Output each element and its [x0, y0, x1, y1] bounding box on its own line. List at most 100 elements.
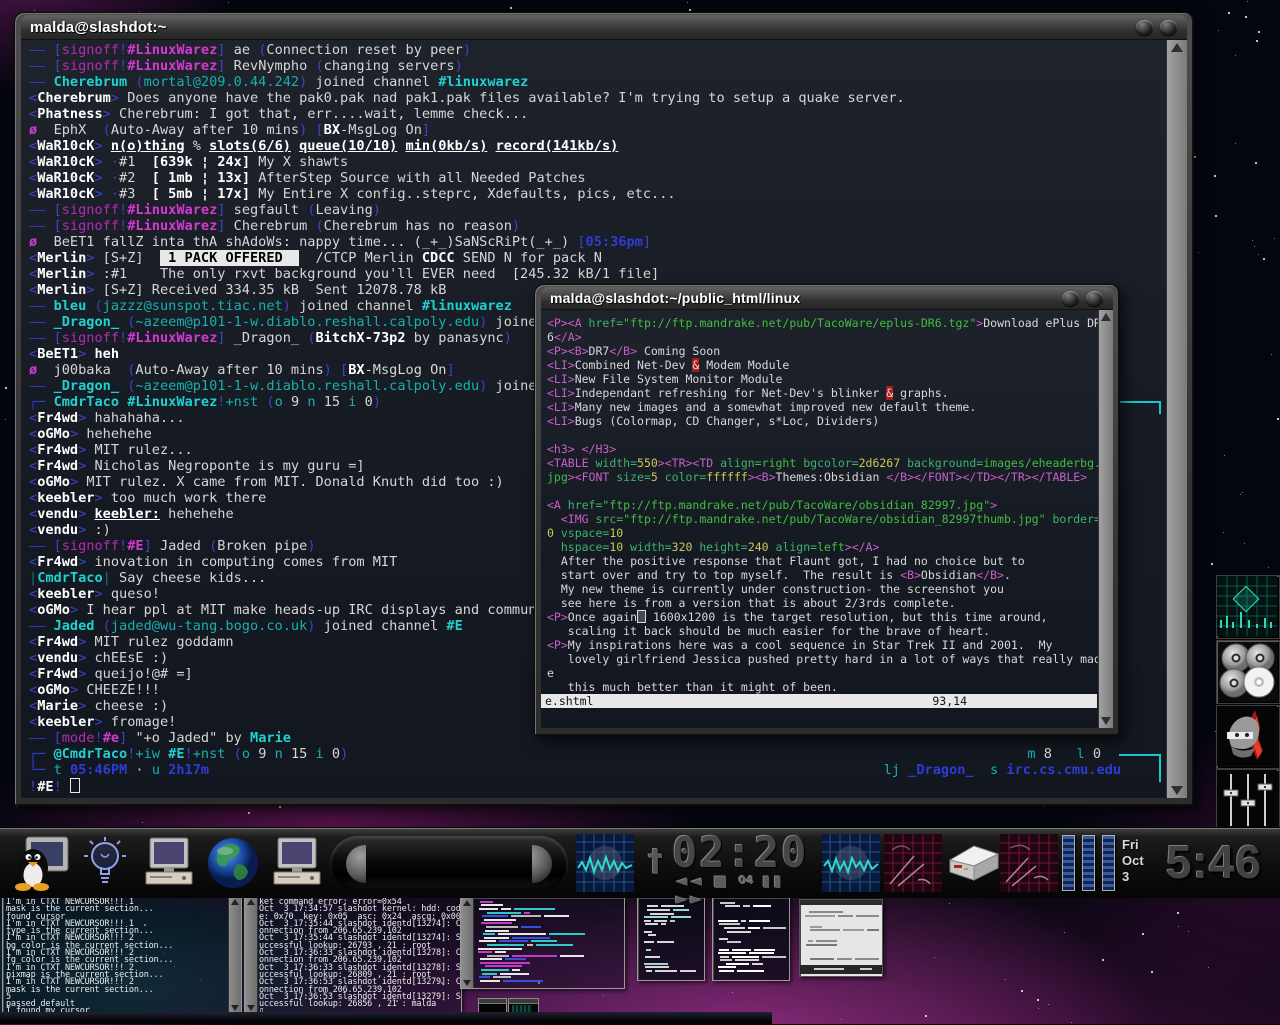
terminal-line: ø EphX (Auto-Away after 10 mins) [BX-Msg… [21, 122, 1165, 138]
load-meter-bar [1102, 835, 1115, 891]
cd-track-number: 04 [739, 874, 754, 887]
lightbulb-icon[interactable] [76, 834, 134, 892]
terminal-line: lovely girlfriend Jessica pushed pretty … [541, 652, 1097, 666]
terminal-line: this much better than it might of been. [541, 680, 1097, 694]
terminal-line: <P><A href="ftp://ftp.mandrake.net/pub/T… [541, 316, 1097, 330]
purple-grid-monitor-applet[interactable] [1000, 834, 1058, 892]
terminal-line: After the positive response that Flaunt … [541, 554, 1097, 568]
network-scope-applet[interactable] [1216, 575, 1280, 639]
mini-terminal-content [638, 898, 704, 976]
wharf-recess [330, 836, 568, 892]
terminal-line: e [541, 666, 1097, 680]
mini-terminal-irc[interactable] [460, 897, 625, 989]
text-cursor [637, 610, 646, 623]
starfield-bright [0, 0, 2, 2]
editor-scrollbar[interactable] [1098, 310, 1113, 728]
terminal-line: <Merlin> [S+Z] 1 PACK OFFERED /CTCP Merl… [21, 250, 1165, 266]
terminal-line: 0 vspace=10 [541, 526, 1097, 540]
terminal-line: <Phatness> Cherebrum: I got that, err...… [21, 106, 1165, 122]
terminal-line: jpg><FONT size=5 color=ffffff><B>Themes:… [541, 470, 1097, 484]
terminal-line: —— [signoff!#LinuxWarez] Cherebrum (Cher… [21, 218, 1165, 234]
scroll-down-icon[interactable] [231, 1005, 239, 1011]
irc-window-title: malda@slashdot:~ [21, 19, 167, 36]
terminal-line: —— [signoff!#LinuxWarez] RevNympho (chan… [21, 58, 1165, 74]
terminal-line: ┌─ @CmdrTaco!+iw #E!+nst (o 9 n 15 i 0)m… [21, 746, 1165, 762]
scroll-up-icon[interactable] [247, 899, 255, 905]
purple-grid-monitor-applet[interactable] [884, 834, 942, 892]
mini-terminal[interactable] [712, 897, 790, 981]
tux-penguin-icon[interactable] [12, 834, 70, 892]
load-meter-bar [1062, 835, 1075, 891]
syslog-output-text: ket command error: error=0x54 Oct 3 17:3… [245, 897, 461, 1018]
scroll-down-icon[interactable] [247, 1005, 255, 1011]
terminal-line: —— [signoff!#LinuxWarez] ae (Connection … [21, 42, 1165, 58]
window-close-button[interactable] [1086, 291, 1103, 306]
hard-drive-icon[interactable] [944, 834, 1002, 892]
vim-statusline: e.shtml93,14 [541, 694, 1097, 708]
debug-output-text: I'm in CTXT NEWCURSOR!!! 1 mask is the c… [3, 897, 241, 1025]
titlebar-buttons [1136, 20, 1187, 35]
mixer-sliders-applet[interactable] [1216, 769, 1280, 833]
workstation-icon[interactable] [140, 834, 198, 892]
sphere-cap-icon [346, 845, 366, 883]
terminal-line: <Merlin> :#1 The only rxvt background yo… [21, 266, 1165, 282]
vim-filename: e.shtml [541, 694, 593, 708]
mini-terminal-debug[interactable]: I'm in CTXT NEWCURSOR!!! 1 mask is the c… [2, 897, 242, 1014]
terminal-line [541, 428, 1097, 442]
terminal-line: └─ t 05:46PM · u 2h17mlj _Dragon_ s irc.… [21, 762, 1165, 778]
workstation-icon[interactable] [268, 834, 326, 892]
terminal-line: scaling it back should be much easier fo… [541, 624, 1097, 638]
terminal-line: <LI>Many new images and a somewhat impro… [541, 400, 1097, 414]
mini-terminal-syslog[interactable]: ket command error: error=0x54 Oct 3 17:3… [244, 897, 462, 1014]
terminal-line: <WaR10cK> ·#2 [ 1mb ¦ 13x] AfterStep Sou… [21, 170, 1165, 186]
audio-scope-applet[interactable] [576, 834, 634, 892]
irc-window-titlebar[interactable]: malda@slashdot:~ [21, 15, 1187, 40]
ninja-mascot-icon[interactable] [1216, 705, 1280, 769]
mini-scrollbar[interactable] [461, 898, 474, 988]
terminal-line: <IMG src="ftp://ftp.mandrake.net/pub/Tac… [541, 512, 1097, 526]
scroll-up-icon[interactable] [231, 899, 239, 905]
cd-changer-applet[interactable] [1216, 640, 1280, 704]
editor-terminal-window[interactable]: malda@slashdot:~/public_html/linux <P><A… [534, 284, 1120, 736]
mini-terminal-content [713, 898, 789, 976]
desktop: { "irc_window": { "title": "malda@slashd… [0, 0, 1280, 1024]
editor-window-title: malda@slashdot:~/public_html/linux [541, 290, 800, 306]
terminal-line: see here is from a version that is about… [541, 596, 1097, 610]
window-iconify-button[interactable] [1062, 291, 1079, 306]
audio-scope-applet[interactable] [822, 834, 880, 892]
sphere-cap-icon [532, 845, 552, 883]
terminal-line: <P>My inspirations here was a cool seque… [541, 638, 1097, 652]
editor-window-titlebar[interactable]: malda@slashdot:~/public_html/linux [541, 287, 1113, 310]
date-weekday: Fri [1122, 837, 1168, 853]
scroll-down-icon[interactable] [1101, 717, 1111, 725]
mini-file-window[interactable] [799, 899, 883, 977]
mini-terminal[interactable] [637, 897, 705, 981]
terminal-line: <P>Once again 1600x1200 is the target re… [541, 610, 1097, 624]
cd-player-clock-applet[interactable]: † 02:20 ◄◄ ■ 04 ▮▮ ►► [646, 832, 818, 895]
tiny-window-titlebar[interactable] [479, 999, 506, 1004]
scroll-up-icon[interactable] [463, 900, 471, 906]
cd-transport-controls[interactable]: ◄◄ ■ 04 ▮▮ ►► [676, 872, 818, 908]
terminal-line [541, 484, 1097, 498]
scroll-up-icon[interactable] [1101, 313, 1111, 321]
scroll-up-icon[interactable] [1171, 43, 1183, 52]
scroll-down-icon[interactable] [1171, 786, 1183, 795]
scroll-down-icon[interactable] [463, 980, 471, 986]
earth-globe-icon[interactable] [204, 834, 262, 892]
terminal-line: <WaR10cK> ·#3 [ 5mb ¦ 17x] My Entire X c… [21, 186, 1165, 202]
mini-scrollbar[interactable] [228, 897, 241, 1013]
terminal-line: 6</A> [541, 330, 1097, 344]
tiny-window-titlebar[interactable] [509, 999, 538, 1004]
load-meter-applet[interactable] [1062, 835, 1116, 893]
rewind-stop-icons[interactable]: ◄◄ ■ [676, 872, 730, 890]
terminal-line: <Cherebrum> Does anyone have the pak0.pa… [21, 90, 1165, 106]
mini-scrollbar[interactable] [245, 897, 258, 1013]
terminal-line: hspace=10 width=320 height=240 align=lef… [541, 540, 1097, 554]
editor-text[interactable]: <P><A href="ftp://ftp.mandrake.net/pub/T… [541, 310, 1097, 728]
terminal-line: ø BeET1 fallZ inta thA shAdoWs: nappy ti… [21, 234, 1165, 250]
window-iconify-button[interactable] [1136, 20, 1153, 35]
irc-scrollbar[interactable] [1166, 40, 1187, 798]
date-applet: Fri Oct 3 [1122, 837, 1168, 885]
window-close-button[interactable] [1160, 20, 1177, 35]
clock-display: 5:46 [1166, 835, 1278, 889]
